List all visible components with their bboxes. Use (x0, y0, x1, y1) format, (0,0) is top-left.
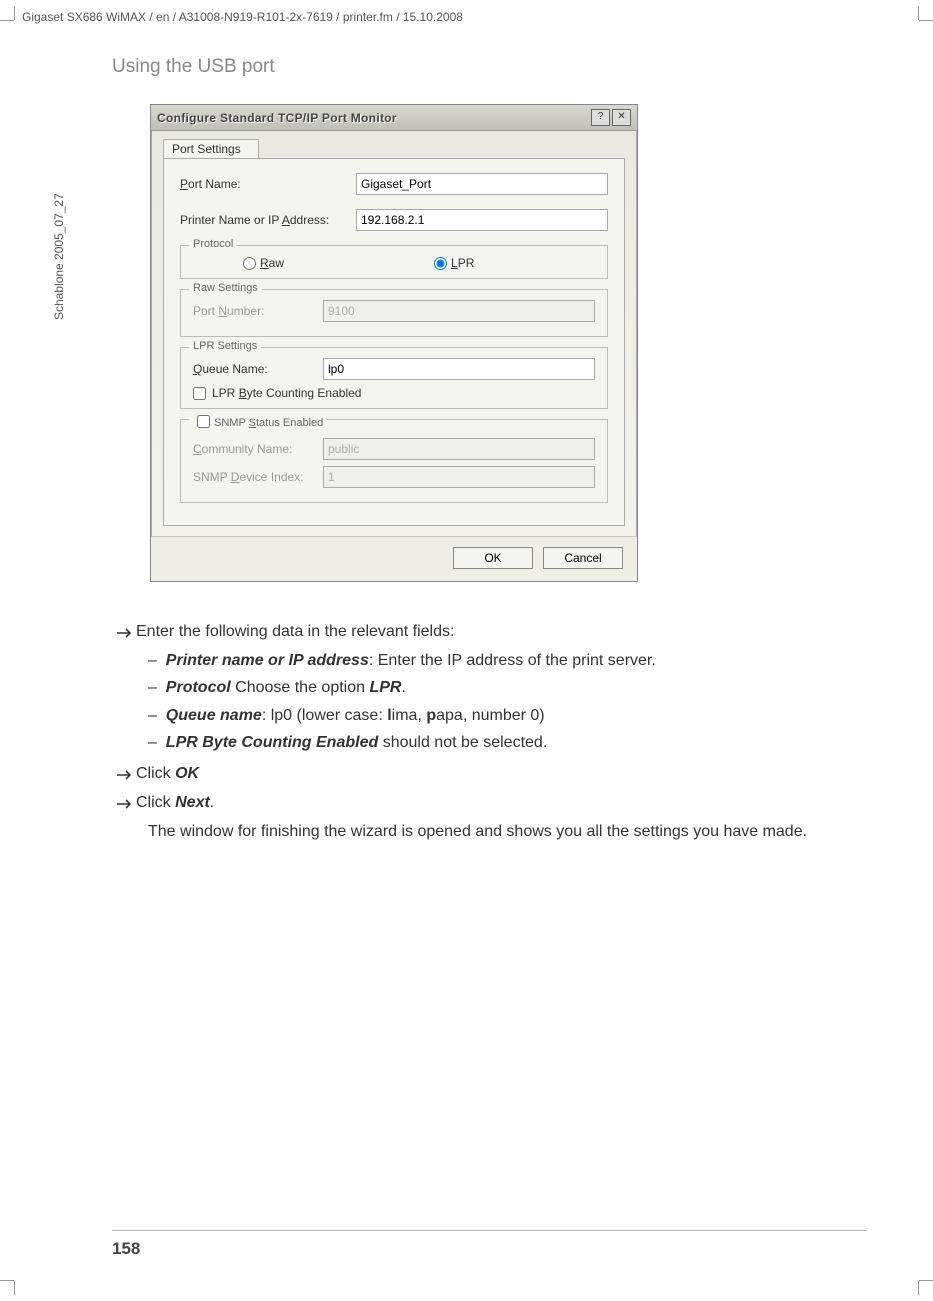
radio-lpr[interactable]: LPR (434, 256, 474, 270)
doc-header: Gigaset SX686 WiMAX / en / A31008-N919-R… (22, 10, 463, 24)
wizard-finish-text: The window for finishing the wizard is o… (148, 820, 862, 843)
radio-raw[interactable]: Raw (243, 256, 284, 270)
dialog-title: Configure Standard TCP/IP Port Monitor (157, 111, 589, 125)
arrow-icon (116, 791, 136, 814)
arrow-icon (116, 762, 136, 785)
instructions: Enter the following data in the relevant… (112, 620, 862, 844)
legend-raw: Raw Settings (189, 282, 262, 294)
help-icon[interactable]: ? (591, 109, 610, 126)
group-raw-settings: Raw Settings Port Number: (180, 289, 608, 337)
close-icon[interactable]: ✕ (612, 109, 631, 126)
label-snmp-index: SNMP Device Index: (193, 470, 323, 484)
group-protocol: Protocol Raw LPR (180, 245, 608, 279)
page-number: 158 (112, 1239, 140, 1259)
doc-template-label: Schablone 2005_07_27 (52, 193, 66, 320)
legend-snmp: SNMP Status Enabled (189, 412, 327, 431)
input-port-number (323, 300, 595, 322)
footer-rule (112, 1230, 867, 1231)
input-queue-name[interactable] (323, 358, 595, 380)
label-printer-address: Printer Name or IP Address: (180, 213, 356, 227)
label-community: Community Name: (193, 442, 323, 456)
group-lpr-settings: LPR Settings Queue Name: LPR Byte Counti… (180, 347, 608, 409)
ok-button[interactable]: OK (453, 547, 533, 569)
input-community (323, 438, 595, 460)
dialog-configure-port: Configure Standard TCP/IP Port Monitor ?… (150, 104, 638, 582)
label-port-name: Port Name: (180, 177, 356, 191)
label-lpr-byte: LPR Byte Counting Enabled (212, 386, 361, 400)
label-queue-name: Queue Name: (193, 362, 323, 376)
legend-lpr: LPR Settings (189, 340, 261, 352)
arrow-icon (116, 620, 136, 643)
input-printer-address[interactable] (356, 209, 608, 231)
section-heading: Using the USB port (112, 56, 867, 78)
group-snmp: SNMP Status Enabled Community Name: SNMP… (180, 419, 608, 503)
checkbox-lpr-byte-box[interactable] (193, 387, 206, 400)
cancel-button[interactable]: Cancel (543, 547, 623, 569)
checkbox-snmp[interactable] (197, 415, 210, 428)
tab-port-settings[interactable]: Port Settings (163, 139, 259, 158)
checkbox-lpr-byte[interactable]: LPR Byte Counting Enabled (193, 386, 595, 400)
label-port-number: Port Number: (193, 304, 323, 318)
legend-protocol: Protocol (189, 238, 237, 250)
titlebar: Configure Standard TCP/IP Port Monitor ?… (151, 105, 637, 131)
input-port-name[interactable] (356, 173, 608, 195)
input-snmp-index (323, 466, 595, 488)
